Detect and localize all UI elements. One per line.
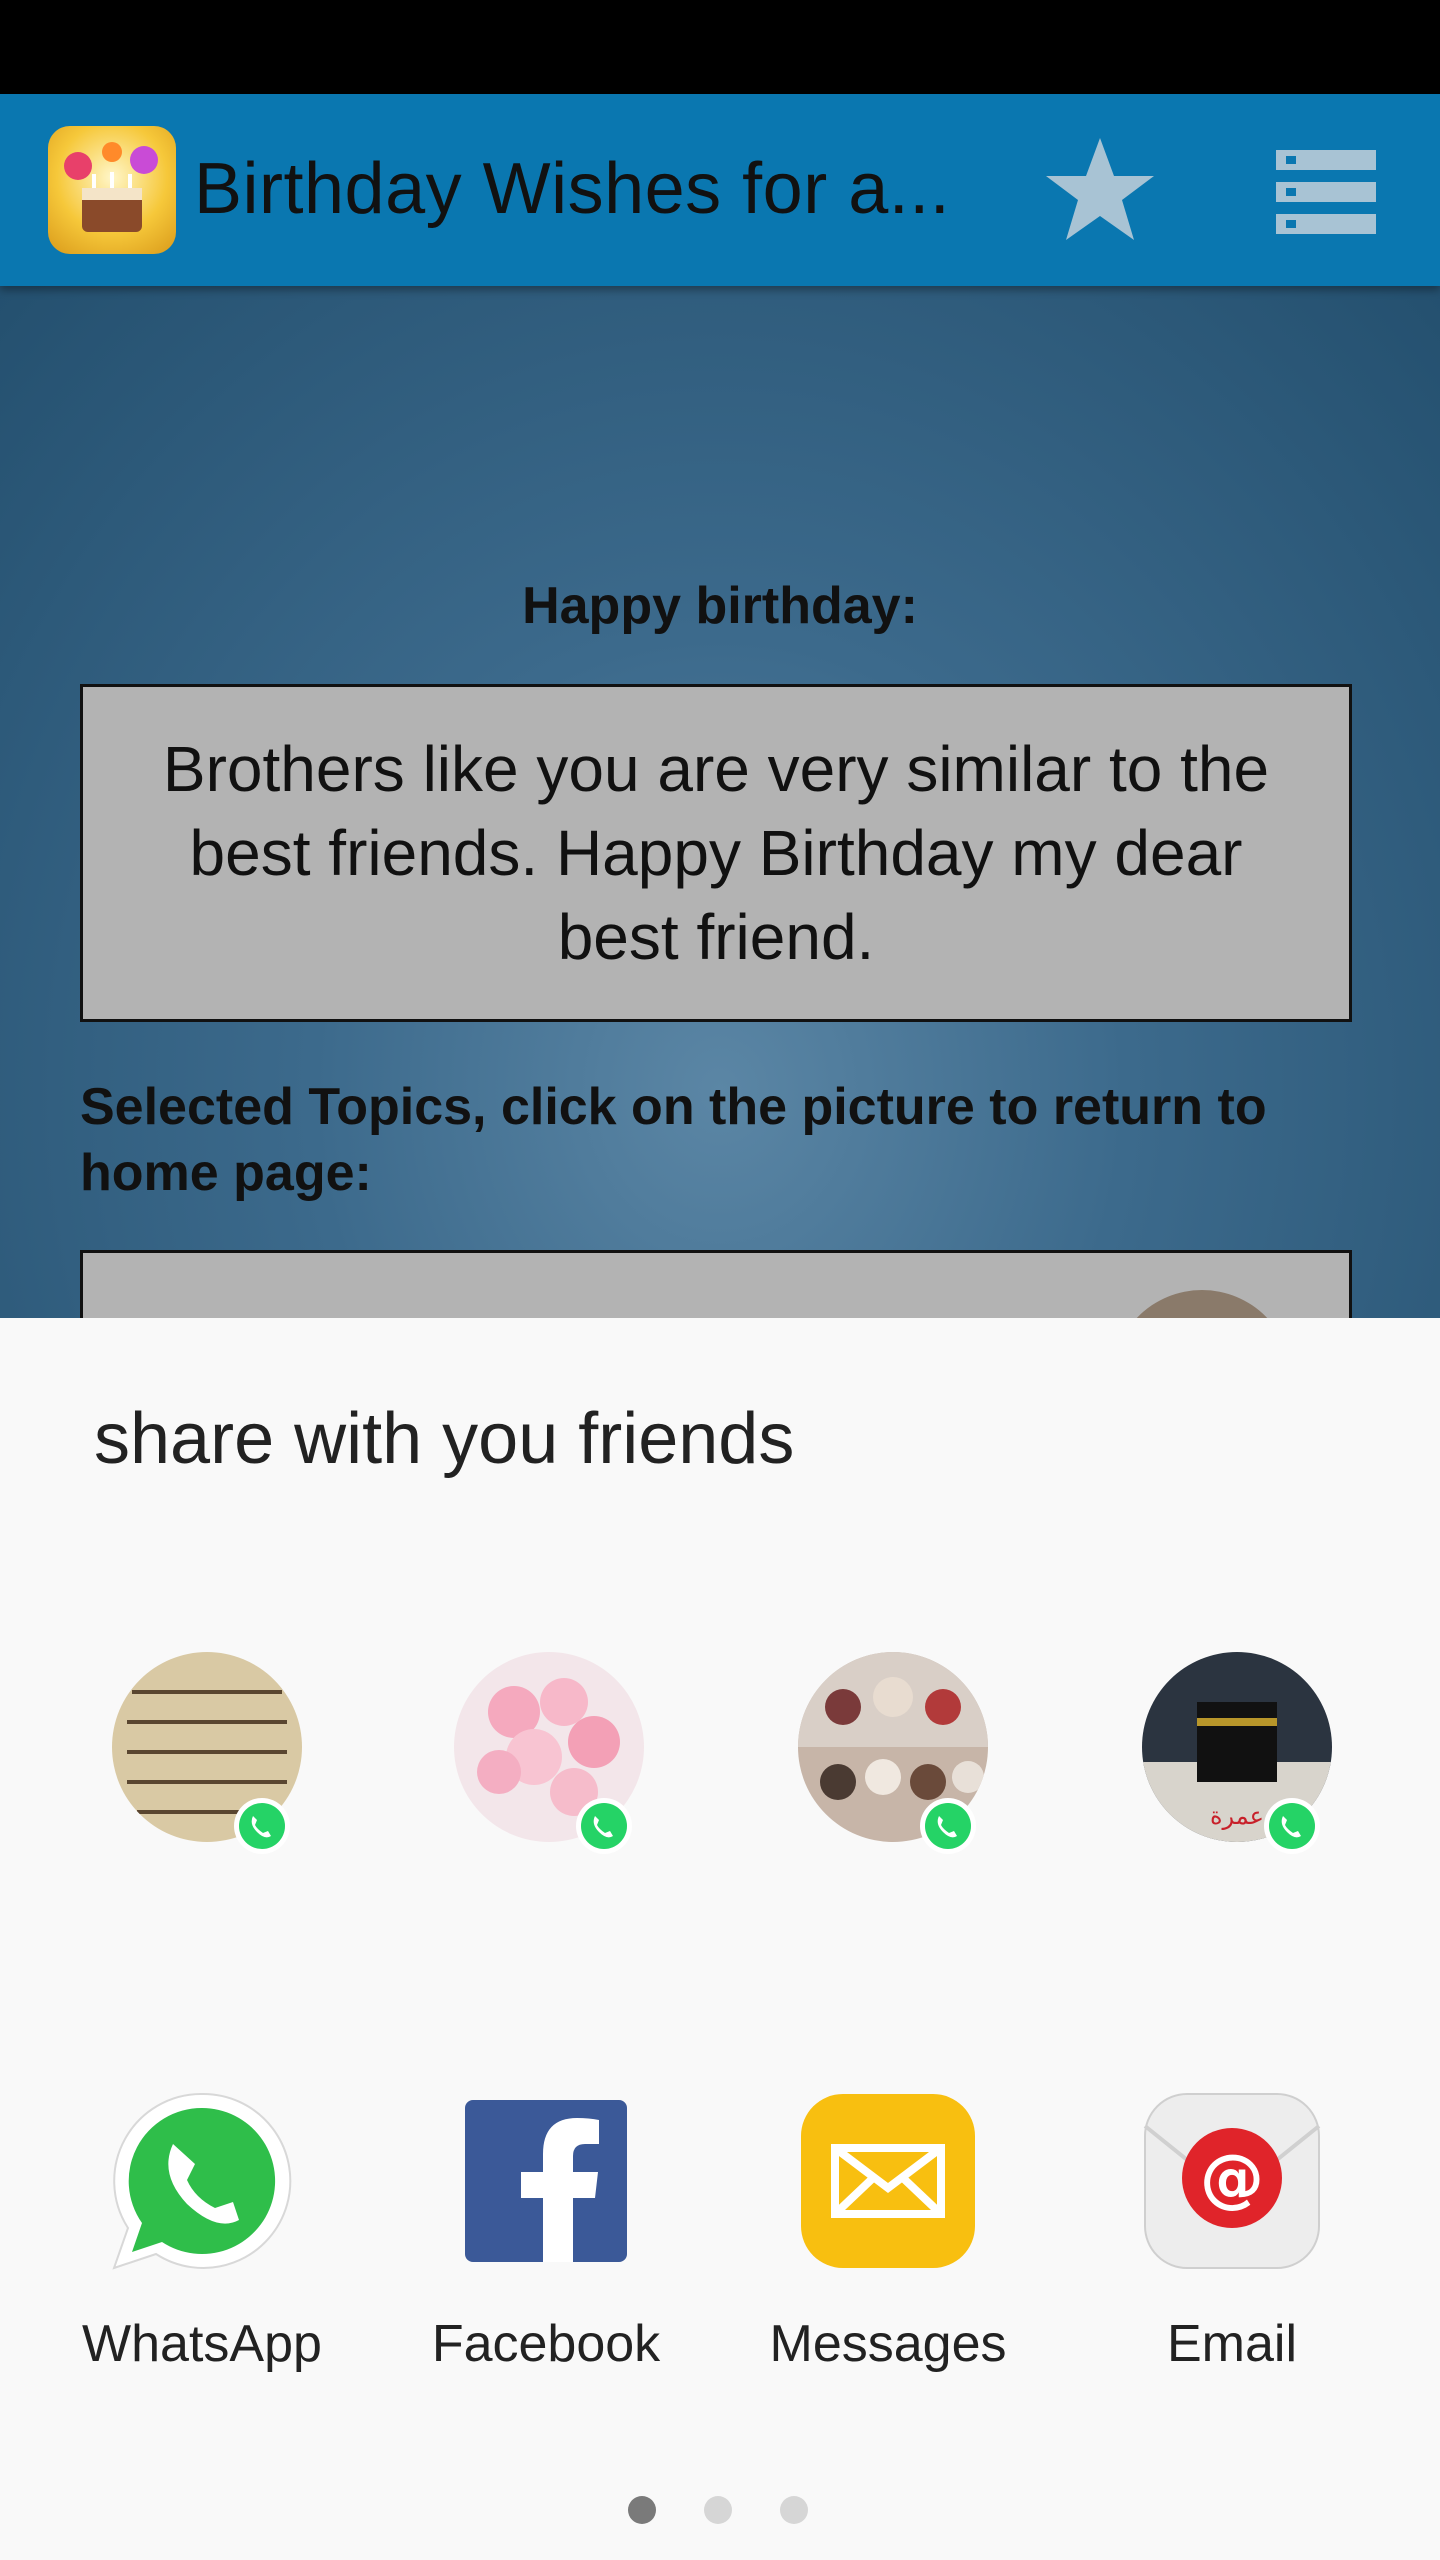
svg-text:@: @ — [1200, 2142, 1264, 2216]
page-indicator — [0, 2496, 1440, 2536]
topics-label: Selected Topics, click on the picture to… — [80, 1078, 1267, 1202]
app-title: Birthday Wishes for a... — [194, 149, 951, 229]
wish-heading: Happy birthday: — [522, 577, 918, 635]
email-icon: @ — [1137, 2086, 1327, 2276]
page-dot[interactable] — [780, 2496, 808, 2524]
share-sheet-title: share with you friends — [94, 1399, 795, 1479]
share-messages-button[interactable]: Messages — [718, 2086, 1058, 2386]
page-dot[interactable] — [704, 2496, 732, 2524]
star-icon — [1046, 138, 1154, 240]
menu-button[interactable] — [1276, 150, 1376, 234]
contact-shortcut-3[interactable] — [790, 1652, 990, 1854]
share-app-label: Messages — [769, 2315, 1007, 2373]
share-app-label: WhatsApp — [82, 2315, 322, 2373]
share-facebook-button[interactable]: Facebook — [376, 2086, 716, 2386]
messages-icon — [793, 2086, 983, 2276]
content-area: Happy birthday: Brothers like you are ve… — [0, 286, 1440, 1318]
whatsapp-icon — [1262, 1796, 1322, 1856]
page-dot-active[interactable] — [628, 2496, 656, 2524]
whatsapp-icon — [918, 1796, 978, 1856]
share-sheet: share with you friends ﻋﻤﺮﺓ WhatsApp Fac… — [0, 1318, 1440, 2560]
app-bar: Birthday Wishes for a... — [0, 94, 1440, 286]
svg-text:ﻋﻤﺮﺓ: ﻋﻤﺮﺓ — [1210, 1802, 1264, 1830]
favorite-button[interactable] — [1040, 134, 1160, 246]
share-email-button[interactable]: @ Email — [1062, 2086, 1402, 2386]
whatsapp-icon — [232, 1796, 292, 1856]
facebook-icon — [451, 2086, 641, 2276]
contact-shortcut-4[interactable]: ﻋﻤﺮﺓ — [1134, 1652, 1334, 1854]
share-whatsapp-button[interactable]: WhatsApp — [32, 2086, 372, 2386]
share-app-list: WhatsApp Facebook Messages @ Email — [0, 2086, 1440, 2386]
status-bar — [0, 0, 1440, 94]
contact-shortcut-1[interactable] — [104, 1652, 304, 1854]
contact-shortcut-2[interactable] — [446, 1652, 646, 1854]
share-app-label: Email — [1166, 2315, 1298, 2373]
share-app-label: Facebook — [431, 2315, 661, 2373]
wish-text: Brothers like you are very similar to th… — [80, 684, 1352, 1022]
direct-share-contacts: ﻋﻤﺮﺓ — [0, 1652, 1440, 1854]
whatsapp-icon — [574, 1796, 634, 1856]
birthday-cake-icon — [48, 126, 176, 254]
list-menu-icon — [1276, 150, 1376, 234]
whatsapp-icon — [107, 2086, 297, 2276]
